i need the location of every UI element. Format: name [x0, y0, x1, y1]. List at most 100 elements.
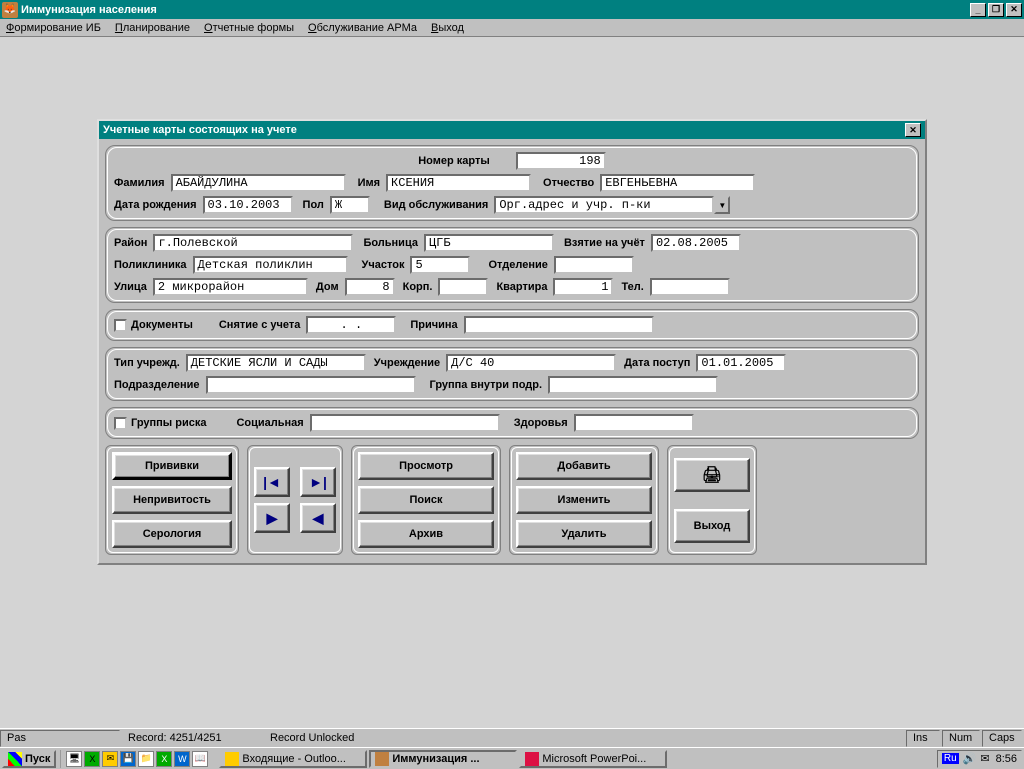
- field-inst-type[interactable]: ДЕТСКИЕ ЯСЛИ И САДЫ: [186, 354, 366, 372]
- menubar: Формирование ИБ Планирование Отчетные фо…: [0, 19, 1024, 37]
- field-card-no[interactable]: 198: [516, 152, 606, 170]
- field-social[interactable]: [310, 414, 500, 432]
- archive-button[interactable]: Архив: [358, 520, 494, 548]
- task-outlook[interactable]: Входящие - Outloo...: [219, 750, 367, 768]
- label-registered: Взятие на учёт: [564, 237, 645, 249]
- ql-book-icon[interactable]: 📖: [192, 751, 208, 767]
- menu-item-planirovanie[interactable]: Планирование: [115, 22, 190, 34]
- maximize-button[interactable]: ❐: [988, 3, 1004, 17]
- system-tray: Ru 🔊 ✉ 8:56: [937, 750, 1022, 768]
- minimize-button[interactable]: _: [970, 3, 986, 17]
- field-phone[interactable]: [650, 278, 730, 296]
- ql-save-icon[interactable]: 💾: [120, 751, 136, 767]
- field-adm-date[interactable]: 01.01.2005: [696, 354, 786, 372]
- label-flat: Квартира: [496, 281, 547, 293]
- label-district: Район: [114, 237, 147, 249]
- first-record-button[interactable]: |◄: [254, 467, 290, 497]
- field-dob[interactable]: 03.10.2003: [203, 196, 293, 214]
- field-name[interactable]: КСЕНИЯ: [386, 174, 531, 192]
- dialog-close-button[interactable]: ✕: [905, 123, 921, 137]
- label-street: Улица: [114, 281, 147, 293]
- label-group-in: Группа внутри подр.: [430, 379, 543, 391]
- exit-button[interactable]: Выход: [674, 509, 750, 543]
- field-hospital[interactable]: ЦГБ: [424, 234, 554, 252]
- field-patronymic[interactable]: ЕВГЕНЬЕВНА: [600, 174, 755, 192]
- field-dereg-date[interactable]: . .: [306, 316, 396, 334]
- menu-item-obsluzhivanie[interactable]: Обслуживание АРМа: [308, 22, 417, 34]
- field-sex[interactable]: Ж: [330, 196, 370, 214]
- label-clinic: Поликлиника: [114, 259, 187, 271]
- edit-button[interactable]: Изменить: [516, 486, 652, 514]
- close-button[interactable]: ✕: [1006, 3, 1022, 17]
- last-record-button[interactable]: ►|: [300, 467, 336, 497]
- tray-volume-icon[interactable]: 🔊: [963, 752, 977, 765]
- menu-item-otchety[interactable]: Отчетные формы: [204, 22, 294, 34]
- status-num: Num: [942, 730, 980, 747]
- status-ins: Ins: [906, 730, 940, 747]
- powerpoint-icon: [525, 752, 539, 766]
- field-service-type[interactable]: Орг.адрес и учр. п-ки: [494, 196, 714, 214]
- start-button[interactable]: Пуск: [2, 750, 56, 768]
- checkbox-documents[interactable]: [114, 319, 127, 332]
- field-building[interactable]: [438, 278, 488, 296]
- label-documents: Документы: [131, 319, 193, 331]
- field-clinic[interactable]: Детская поликлин: [193, 256, 348, 274]
- dialog-window: Учетные карты состоящих на учете ✕ Номер…: [97, 119, 927, 565]
- label-patronymic: Отчество: [543, 177, 594, 189]
- prev-record-button[interactable]: ◀: [300, 503, 336, 533]
- label-phone: Тел.: [621, 281, 643, 293]
- label-dereg: Снятие с учета: [219, 319, 301, 331]
- unvaccinated-button[interactable]: Непривитость: [112, 486, 232, 514]
- dropdown-service-type[interactable]: ▼: [714, 196, 730, 214]
- ql-folder-icon[interactable]: 📁: [138, 751, 154, 767]
- desktop-area: Учетные карты состоящих на учете ✕ Номер…: [0, 37, 1024, 728]
- menu-item-formirovanie[interactable]: Формирование ИБ: [6, 22, 101, 34]
- print-button[interactable]: 🖨: [674, 458, 750, 492]
- field-section[interactable]: 5: [410, 256, 470, 274]
- field-registered[interactable]: 02.08.2005: [651, 234, 741, 252]
- field-street[interactable]: 2 микрорайон: [153, 278, 308, 296]
- ql-outlook-icon[interactable]: ✉: [102, 751, 118, 767]
- add-button[interactable]: Добавить: [516, 452, 652, 480]
- view-button[interactable]: Просмотр: [358, 452, 494, 480]
- field-house[interactable]: 8: [345, 278, 395, 296]
- delete-button[interactable]: Удалить: [516, 520, 652, 548]
- label-name: Имя: [358, 177, 380, 189]
- task-powerpoint[interactable]: Microsoft PowerPoi...: [519, 750, 667, 768]
- button-bar: Прививки Непривитость Серология |◄ ►| ▶ …: [105, 445, 919, 555]
- ql-excel-icon[interactable]: X: [84, 751, 100, 767]
- field-group-in[interactable]: [548, 376, 718, 394]
- panel-documents: Документы Снятие с учета . . Причина: [105, 309, 919, 341]
- label-sex: Пол: [303, 199, 324, 211]
- field-department[interactable]: [554, 256, 634, 274]
- lang-indicator[interactable]: Ru: [942, 753, 959, 764]
- serology-button[interactable]: Серология: [112, 520, 232, 548]
- checkbox-risk-groups[interactable]: [114, 417, 127, 430]
- field-subdivision[interactable]: [206, 376, 416, 394]
- label-risk-groups: Группы риска: [131, 417, 206, 429]
- field-health[interactable]: [574, 414, 694, 432]
- field-district[interactable]: г.Полевской: [153, 234, 353, 252]
- search-button[interactable]: Поиск: [358, 486, 494, 514]
- label-section: Участок: [362, 259, 405, 271]
- windows-logo-icon: [8, 752, 22, 766]
- dialog-titlebar: Учетные карты состоящих на учете ✕: [99, 121, 925, 139]
- label-dob: Дата рождения: [114, 199, 197, 211]
- vaccinations-button[interactable]: Прививки: [112, 452, 232, 480]
- ql-desktop-icon[interactable]: 🖥: [66, 751, 82, 767]
- label-building: Корп.: [403, 281, 433, 293]
- app-title: Иммунизация населения: [21, 4, 157, 16]
- field-surname[interactable]: АБАЙДУЛИНА: [171, 174, 346, 192]
- ql-excel2-icon[interactable]: X: [156, 751, 172, 767]
- field-reason[interactable]: [464, 316, 654, 334]
- menu-item-vyhod[interactable]: Выход: [431, 22, 464, 34]
- quick-launch: 🖥 X ✉ 💾 📁 X W 📖: [60, 750, 213, 768]
- task-immunization[interactable]: Иммунизация ...: [369, 750, 517, 768]
- field-institution[interactable]: Д/С 40: [446, 354, 616, 372]
- app-titlebar: 🦊 Иммунизация населения _ ❐ ✕: [0, 0, 1024, 19]
- tray-mail-icon[interactable]: ✉: [980, 752, 989, 765]
- task-powerpoint-label: Microsoft PowerPoi...: [542, 753, 646, 765]
- ql-word-icon[interactable]: W: [174, 751, 190, 767]
- field-flat[interactable]: 1: [553, 278, 613, 296]
- next-record-button[interactable]: ▶: [254, 503, 290, 533]
